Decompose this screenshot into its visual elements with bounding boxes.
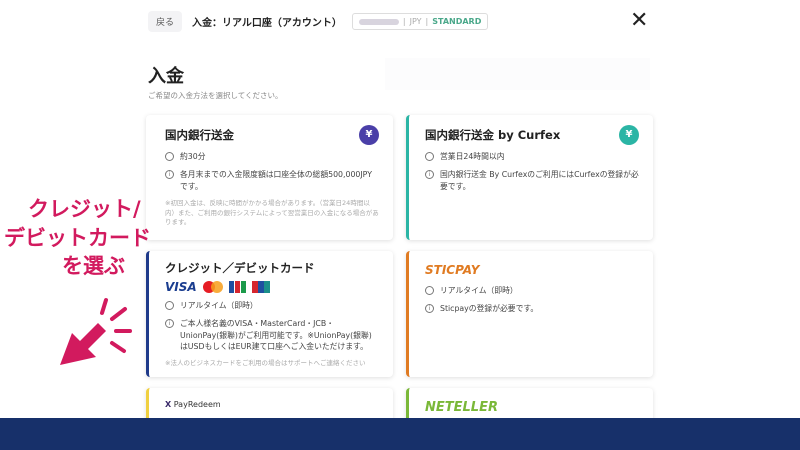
card-bank-transfer-curfex[interactable]: 国内銀行送金 by Curfex ¥ 営業日24時間以内 i 国内銀行送金 By … (406, 115, 653, 240)
card-row: 営業日24時間以内 (440, 152, 505, 161)
annotation-line: を選ぶ (62, 254, 125, 278)
currency: JPY (409, 17, 422, 26)
card-title: 国内銀行送金 by Curfex (425, 128, 561, 142)
account-number-blurred (358, 18, 399, 25)
yen-icon: ¥ (359, 125, 379, 145)
close-icon[interactable]: ✕ (630, 8, 648, 33)
account-badge: | JPY | STANDARD (351, 13, 489, 30)
clock-icon (425, 286, 434, 295)
card-row: 約30分 (180, 152, 206, 161)
header: 戻る 入金：リアル口座（アカウント） | JPY | STANDARD (148, 11, 489, 32)
clock-icon (165, 301, 174, 310)
card-credit-debit[interactable]: クレジット／デビットカード VISA リアルタイム（即時） i ご本人様名義のVI… (146, 251, 393, 377)
annotation-line: クレジット/ (28, 197, 141, 221)
card-title: PayRedeem (173, 400, 221, 409)
bottom-banner (0, 418, 800, 450)
annotation-line: デビットカード (4, 226, 151, 250)
payredeem-logo: X PayRedeem (165, 400, 221, 409)
card-row: 国内銀行送金 By Curfexのご利用にはCurfexの登録が必要です。 (440, 170, 639, 191)
info-icon: i (165, 319, 174, 329)
card-brands: VISA (165, 280, 379, 294)
pointer-arrow-icon (60, 298, 132, 365)
info-icon: i (425, 170, 434, 180)
back-button[interactable]: 戻る (148, 11, 183, 32)
card-title: クレジット／デビットカード (165, 261, 315, 275)
sticpay-logo: STICPAY (425, 263, 480, 277)
neteller-logo: NETELLER (425, 400, 498, 415)
account-type: STANDARD (432, 17, 482, 26)
card-row: 各月末までの入金限度額は口座全体の総額500,000JPYです。 (180, 170, 372, 191)
card-row: リアルタイム（即時） (180, 301, 258, 310)
card-row: リアルタイム（即時） (440, 286, 518, 295)
clock-icon (425, 152, 434, 161)
card-row: ご本人様名義のVISA・MasterCard・JCB・UnionPay(銀聯)が… (180, 319, 372, 351)
yen-icon: ¥ (619, 125, 639, 145)
unionpay-logo (251, 281, 270, 293)
card-note: ※法人のビジネスカードをご利用の場合はサポートへご連絡ください (165, 359, 366, 368)
header-title: 入金：リアル口座（アカウント） (192, 18, 342, 29)
page-title: 入金 (148, 66, 184, 87)
jcb-logo (228, 281, 246, 293)
clock-icon (165, 152, 174, 161)
info-icon: i (425, 304, 434, 314)
card-title: 国内銀行送金 (165, 128, 234, 142)
page-subtitle: ご希望の入金方法を選択してください。 (148, 91, 283, 100)
placeholder-area (385, 58, 650, 90)
visa-logo: VISA (165, 280, 197, 294)
mastercard-logo (202, 281, 223, 293)
card-sticpay[interactable]: STICPAY リアルタイム（即時） i Sticpayの登録が必要です。 (406, 251, 653, 377)
card-row: Sticpayの登録が必要です。 (440, 304, 539, 314)
card-note: ※初回入金は、反映に時間がかかる場合があります。（営業日24時間以内）また、ご利… (165, 198, 379, 227)
card-bank-transfer[interactable]: 国内銀行送金 ¥ 約30分 i 各月末までの入金限度額は口座全体の総額500,00… (146, 115, 393, 240)
info-icon: i (165, 170, 174, 180)
